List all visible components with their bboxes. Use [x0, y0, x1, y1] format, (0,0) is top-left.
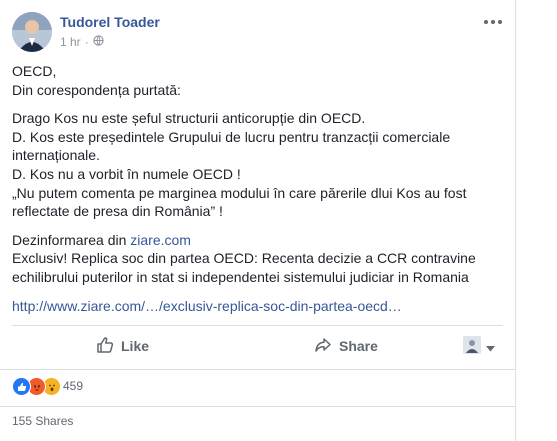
divider	[0, 406, 515, 407]
post-as-selector[interactable]	[463, 336, 495, 359]
shares-count[interactable]: 155 Shares	[12, 414, 73, 428]
post-line: D. Kos este președintele Grupului de luc…	[12, 128, 451, 164]
share-arrow-icon	[314, 336, 332, 357]
share-label: Share	[339, 338, 378, 354]
disinfo-line: Dezinformarea din ziare.com	[12, 231, 502, 250]
post-line: Din corespondența purtată:	[12, 81, 181, 98]
post-line: Drago Kos nu este șeful structurii antic…	[12, 110, 366, 127]
post-disinfo: Dezinformarea din ziare.com Exclusiv! Re…	[12, 231, 502, 287]
like-reaction-icon	[12, 377, 31, 396]
more-dots-icon[interactable]	[484, 14, 502, 30]
post-intro: OECD, Din corespondența purtată:	[12, 62, 502, 99]
share-button[interactable]: Share	[314, 330, 378, 362]
post-meta: 1 hr ·	[60, 35, 104, 49]
disinfo-text: Dezinformarea din	[12, 231, 131, 248]
divider	[0, 369, 515, 370]
viewer-avatar	[463, 336, 481, 359]
like-label: Like	[121, 338, 150, 354]
chevron-down-icon	[486, 339, 495, 357]
reaction-icons	[12, 377, 62, 396]
article-headline: Exclusiv! Replica soc din partea OECD: R…	[12, 250, 476, 285]
divider	[12, 325, 503, 326]
post-time[interactable]: 1 hr	[60, 35, 81, 49]
facebook-post: Tudorel Toader 1 hr · OECD, Din corespon…	[0, 0, 516, 441]
post-statements: Drago Kos nu este șeful structurii antic…	[12, 109, 502, 221]
post-line: D. Kos nu a vorbit în numele OECD !	[12, 165, 241, 182]
author-name[interactable]: Tudorel Toader	[60, 14, 160, 30]
article-url[interactable]: http://www.ziare.com/…/exclusiv-replica-…	[12, 297, 502, 316]
like-button[interactable]: Like	[96, 330, 149, 362]
reaction-count[interactable]: 459	[63, 379, 83, 393]
post-header: Tudorel Toader 1 hr ·	[12, 12, 502, 54]
action-bar: Like Share	[12, 330, 503, 362]
post-line: „Nu putem comenta pe marginea modului în…	[12, 184, 467, 220]
author-avatar[interactable]	[12, 12, 52, 52]
post-body: OECD, Din corespondența purtată: Drago K…	[12, 62, 502, 315]
globe-icon[interactable]	[93, 35, 104, 49]
post-line: OECD,	[12, 63, 57, 79]
meta-separator: ·	[84, 35, 89, 49]
thumbs-up-icon	[96, 336, 114, 357]
source-link[interactable]: ziare.com	[130, 232, 191, 248]
reactions-summary[interactable]: 459	[12, 376, 83, 396]
